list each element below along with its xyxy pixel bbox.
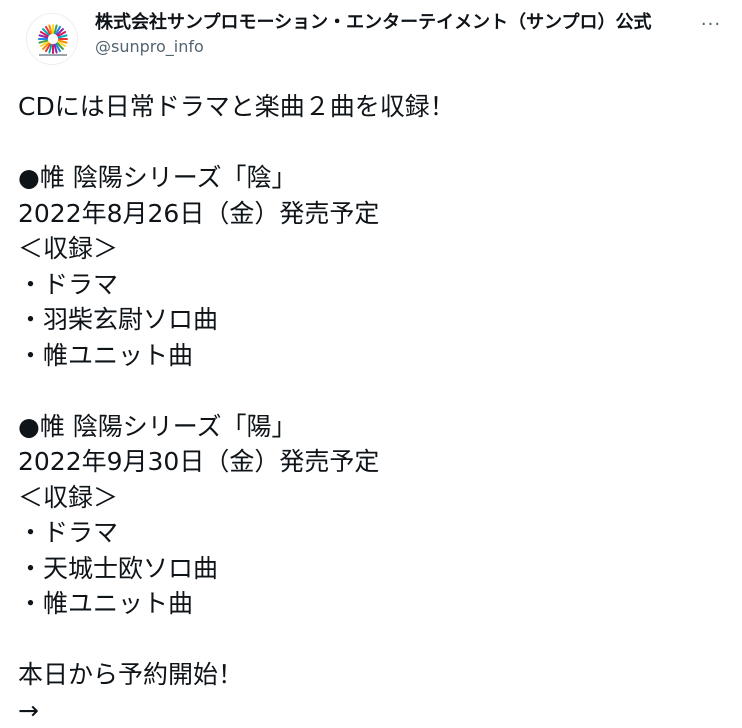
more-options-button[interactable]: ···: [696, 12, 726, 38]
tweet-line: ・天城士欧ソロ曲: [18, 551, 732, 587]
tweet-line: [18, 125, 732, 161]
account-handle[interactable]: @sunpro_info: [95, 36, 682, 58]
tweet-line: →: [18, 693, 732, 728]
sunburst-logo-icon: [27, 14, 78, 65]
tweet-line: ・ドラマ: [18, 515, 732, 551]
tweet-line: 2022年9月30日（金）発売予定: [18, 444, 732, 480]
tweet-line: ・帷ユニット曲: [18, 586, 732, 622]
tweet-text: CDには日常ドラマと楽曲２曲を収録！ ●帷 陰陽シリーズ「陰」 2022年8月2…: [18, 89, 732, 728]
display-name[interactable]: 株式会社サンプロモーション・エンターテイメント（サンプロ）公式: [95, 10, 682, 36]
tweet-line: ＜収録＞: [18, 480, 732, 516]
tweet-line: ＜収録＞: [18, 231, 732, 267]
tweet-line: CDには日常ドラマと楽曲２曲を収録！: [18, 89, 732, 125]
tweet-line: ●帷 陰陽シリーズ「陰」: [18, 160, 732, 196]
tweet-card: 株式会社サンプロモーション・エンターテイメント（サンプロ）公式 @sunpro_…: [0, 0, 742, 720]
tweet-line: [18, 622, 732, 658]
tweet-line: 2022年8月26日（金）発売予定: [18, 196, 732, 232]
tweet-header: 株式会社サンプロモーション・エンターテイメント（サンプロ）公式 @sunpro_…: [18, 8, 732, 66]
avatar[interactable]: [26, 13, 78, 65]
tweet-line: ・羽柴玄尉ソロ曲: [18, 302, 732, 338]
tweet-line: 本日から予約開始！: [18, 657, 732, 693]
more-options-icon: ···: [701, 16, 721, 34]
account-names: 株式会社サンプロモーション・エンターテイメント（サンプロ）公式 @sunpro_…: [95, 10, 682, 58]
tweet-line: ・帷ユニット曲: [18, 338, 732, 374]
tweet-line: ●帷 陰陽シリーズ「陽」: [18, 409, 732, 445]
tweet-line: ・ドラマ: [18, 267, 732, 303]
tweet-line: [18, 373, 732, 409]
